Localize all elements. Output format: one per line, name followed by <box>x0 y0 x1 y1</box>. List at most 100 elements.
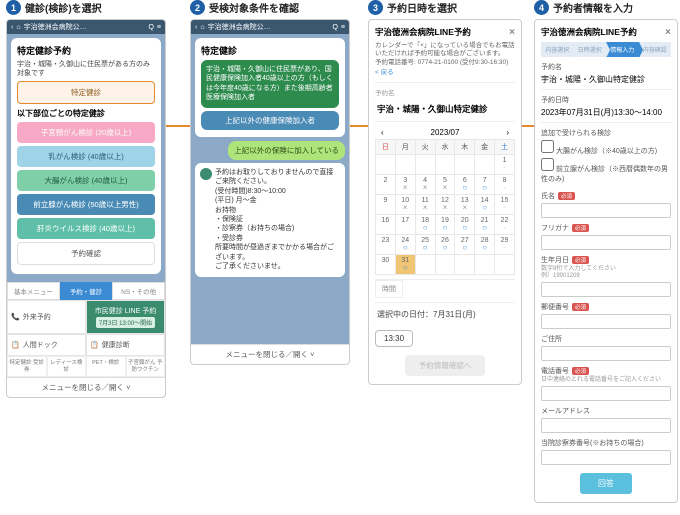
calendar-cell[interactable]: 25○ <box>415 234 435 254</box>
calendar-cell[interactable]: 31○ <box>395 254 415 274</box>
name-input[interactable] <box>541 203 671 218</box>
mini-3[interactable]: PET・検診 <box>86 356 126 377</box>
progress-step: 内容確認 <box>639 42 672 57</box>
calendar-note: カレンダーで「×」になっている場合でもお電話いただければ予約可能な場合がございま… <box>375 42 515 83</box>
kana-input[interactable] <box>541 235 671 250</box>
submit-button[interactable]: 回答 <box>580 473 632 494</box>
calendar-cell[interactable]: 5× <box>435 174 455 194</box>
calendar-cell[interactable]: 10× <box>395 194 415 214</box>
calendar-cell[interactable]: 21○ <box>475 214 495 234</box>
condition-card: 特定健診 宇治・城陽・久御山に住民票があり、国民健康保険加入者40歳以上の方（も… <box>195 38 345 137</box>
opt1-checkbox[interactable]: 大腸がん検診（※40歳以上の方) <box>541 140 671 158</box>
menu-toggle-2[interactable]: メニューを閉じる／開く ˅ <box>191 344 349 364</box>
step2-badge: 2 <box>190 0 205 15</box>
mini-2[interactable]: レディース検診 <box>47 356 87 377</box>
confirm-button[interactable]: 予約確認 <box>17 242 155 265</box>
health-label: 健康診断 <box>102 340 130 350</box>
calendar-cell[interactable]: 12× <box>435 194 455 214</box>
proceed-button[interactable]: 予約情報確認へ <box>405 355 486 376</box>
calendar-cell[interactable]: 27○ <box>455 234 475 254</box>
calendar-cell <box>455 154 475 174</box>
tokutei-button[interactable]: 特定健診 <box>17 81 155 104</box>
mail-label: メールアドレス <box>541 406 671 416</box>
mini-1[interactable]: 特定健診 受診券 <box>7 356 47 377</box>
calendar-table: 日月火水木金土1-23×4×5×6○7○8-910×11×12×13×14○15… <box>375 139 515 275</box>
next-month-icon[interactable]: › <box>506 128 509 137</box>
line-resv-cell[interactable]: 市民健診 LINE 予約 7月3日 13:00～開始 <box>86 300 165 334</box>
calendar-cell[interactable]: 20○ <box>455 214 475 234</box>
calendar-cell[interactable]: 14○ <box>475 194 495 214</box>
progress-step: 内容選択 <box>541 42 574 57</box>
menu-toggle-1[interactable]: メニューを閉じる／開く ˅ <box>7 377 165 397</box>
calendar-cell[interactable]: 3× <box>395 174 415 194</box>
close-icon[interactable]: × <box>509 27 515 38</box>
resv-label: 予約名 <box>375 87 515 97</box>
mini-4[interactable]: 子宮頸がん 予防ワクチン <box>126 356 166 377</box>
prev-month-icon[interactable]: ‹ <box>381 128 384 137</box>
calendar-cell: 16 <box>376 214 396 234</box>
tab-ns[interactable]: NS・その他 <box>112 282 165 300</box>
mail-input[interactable] <box>541 418 671 433</box>
back-link[interactable]: < 戻る <box>375 69 515 77</box>
calendar-cell <box>435 154 455 174</box>
outpatient-cell[interactable]: 📞 外来予約 <box>7 300 86 334</box>
user-reply: 上記以外の保険に加入している <box>228 141 345 160</box>
dock-cell[interactable]: 📋 人間ドック <box>7 334 86 356</box>
eligible-green[interactable]: 宇治・城陽・久御山に住民票があり、国民健康保険加入者40歳以上の方（もしくは今年… <box>201 60 339 108</box>
tel-input[interactable] <box>541 386 671 401</box>
calendar-cell: 23 <box>376 234 396 254</box>
calendar-cell[interactable]: 13× <box>455 194 475 214</box>
calendar-cell[interactable]: 7○ <box>475 174 495 194</box>
eligible-blue[interactable]: 上記以外の健康保険加入者 <box>201 111 339 130</box>
calendar-cell[interactable]: 19○ <box>435 214 455 234</box>
search-icon[interactable]: Q <box>148 24 153 31</box>
resv-name: 宇治・城陽・久御山特定健診 <box>541 72 671 90</box>
calendar-cell[interactable]: 24○ <box>395 234 415 254</box>
breast-button[interactable]: 乳がん検診 (40歳以上) <box>17 146 155 167</box>
card-input[interactable] <box>541 450 671 465</box>
step4-column: 4 予約者情報を入力 宇治徳洲会病院LINE予約 × 内容選択日時選択情報入力内… <box>534 0 678 503</box>
health-cell[interactable]: 📋 健康診断 <box>86 334 165 356</box>
card-title-2: 特定健診 <box>201 44 339 57</box>
calendar-cell <box>475 254 495 274</box>
name-label: 氏名 <box>541 191 555 201</box>
health-icon: 📋 <box>90 341 99 349</box>
search-icon[interactable]: Q <box>332 24 337 31</box>
progress-steps: 内容選択日時選択情報入力内容確認 <box>541 42 671 57</box>
menu-icon[interactable]: ≡ <box>157 24 161 31</box>
prostate-button[interactable]: 前立腺がん検診 (50歳以上男性) <box>17 194 155 215</box>
menu-icon[interactable]: ≡ <box>341 24 345 31</box>
liver-button[interactable]: 肝炎ウイルス検診 (40歳以上) <box>17 218 155 239</box>
addr-input[interactable] <box>541 346 671 361</box>
back-icon[interactable]: ‹ <box>195 24 197 31</box>
chat-header-2: ‹ ⌂ 宇治徳洲会病院公… Q ≡ <box>191 20 349 34</box>
calendar-cell[interactable]: 6○ <box>455 174 475 194</box>
mini-menu: 特定健診 受診券 レディース検診 PET・検診 子宮頸がん 予防ワクチン <box>7 356 165 377</box>
colon-button[interactable]: 大腸がん検診 (40歳以上) <box>17 170 155 191</box>
tab-basic[interactable]: 基本メニュー <box>7 282 60 300</box>
close-icon[interactable]: × <box>665 27 671 38</box>
calendar-cell[interactable]: 18○ <box>415 214 435 234</box>
calendar-cell: 1- <box>495 154 515 174</box>
tokutei-card: 特定健診予約 宇治・城陽・久御山に住民票がある方のみ対象です 特定健診 以下部位… <box>11 38 161 274</box>
calendar-cell[interactable]: 28○ <box>475 234 495 254</box>
calendar-cell: 17 <box>395 214 415 234</box>
tel-hint: 日中連絡のとれる電話番号をご記入ください <box>541 377 671 384</box>
dob-input[interactable] <box>541 282 671 297</box>
cervical-button[interactable]: 子宮頸がん検診 (20歳以上) <box>17 122 155 143</box>
line-resv-sub: 7月3日 13:00～開始 <box>96 317 155 328</box>
step4-header: 4 予約者情報を入力 <box>534 0 678 15</box>
calendar-cell[interactable]: 4× <box>415 174 435 194</box>
calendar-modal: 宇治徳洲会病院LINE予約 × カレンダーで「×」になっている場合でもお電話いた… <box>368 19 522 385</box>
zip-input[interactable] <box>541 314 671 329</box>
step1-title: 健診(検診)を選択 <box>25 0 102 15</box>
opt2-checkbox[interactable]: 前立腺がん検診（※西暦偶数年の男性のみ) <box>541 158 671 186</box>
phone-icon: 📞 <box>11 313 20 321</box>
time-chip[interactable]: 13:30 <box>375 330 413 347</box>
calendar-cell[interactable]: 11× <box>415 194 435 214</box>
phone-2: ‹ ⌂ 宇治徳洲会病院公… Q ≡ 特定健診 宇治・城陽・久御山に住民票があり、… <box>190 19 350 365</box>
calendar-cell[interactable]: 26○ <box>435 234 455 254</box>
back-icon[interactable]: ‹ <box>11 24 13 31</box>
tab-resv[interactable]: 予約・健診 <box>60 282 113 300</box>
calendar-cell <box>395 154 415 174</box>
